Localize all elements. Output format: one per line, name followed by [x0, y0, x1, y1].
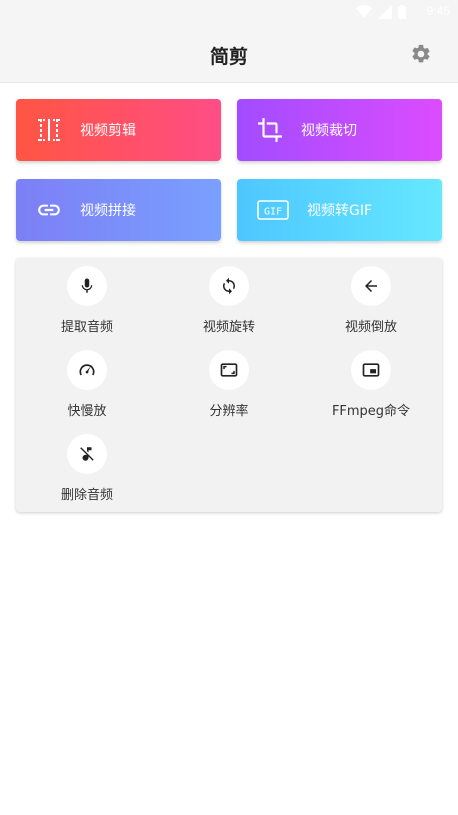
app-bar: 简剪 [0, 28, 458, 83]
status-time: 9:45 [426, 4, 450, 18]
tools-panel: 提取音频 视频旋转 视频倒放 快慢放 分辨率 FFmpeg命令 删除音频 [16, 258, 442, 512]
tool-speed[interactable]: 快慢放 [16, 342, 158, 422]
signal-icon [378, 5, 392, 19]
tool-label: 删除音频 [60, 488, 113, 503]
tool-rotate-video[interactable]: 视频旋转 [158, 258, 300, 338]
svg-text:GIF: GIF [264, 207, 282, 218]
wifi-icon [356, 5, 372, 18]
video-to-gif-label: 视频转GIF [307, 203, 373, 219]
tool-label: 视频旋转 [202, 320, 255, 335]
tool-remove-audio[interactable]: 删除音频 [16, 426, 158, 506]
tool-reverse-video[interactable]: 视频倒放 [300, 258, 442, 338]
status-icons [356, 5, 406, 19]
tool-label: 视频倒放 [344, 320, 397, 335]
tool-label: FFmpeg命令 [331, 404, 411, 419]
crop-icon [257, 117, 283, 143]
link-icon [36, 197, 62, 223]
tool-label: 分辨率 [209, 404, 249, 419]
picture-in-picture-icon [351, 350, 391, 390]
video-to-gif-button[interactable]: GIF 视频转GIF [237, 179, 442, 241]
rotate-icon [209, 266, 249, 306]
video-cut-label: 视频剪辑 [80, 123, 136, 139]
video-cut-icon [36, 117, 62, 143]
tool-extract-audio[interactable]: 提取音频 [16, 258, 158, 338]
arrow-left-icon [351, 266, 391, 306]
gear-icon[interactable] [410, 43, 432, 65]
tool-label: 提取音频 [60, 320, 113, 335]
video-crop-label: 视频裁切 [301, 123, 357, 139]
page-title: 简剪 [209, 46, 248, 68]
video-cut-button[interactable]: 视频剪辑 [16, 99, 221, 161]
music-off-icon [67, 434, 107, 474]
video-merge-label: 视频拼接 [80, 203, 136, 219]
gif-icon: GIF [257, 197, 289, 223]
video-merge-button[interactable]: 视频拼接 [16, 179, 221, 241]
tool-resolution[interactable]: 分辨率 [158, 342, 300, 422]
tool-ffmpeg-command[interactable]: FFmpeg命令 [300, 342, 442, 422]
status-bar: 9:45 [0, 0, 458, 28]
battery-icon [398, 5, 406, 19]
tool-label: 快慢放 [67, 404, 107, 419]
mic-icon [67, 266, 107, 306]
aspect-ratio-icon [209, 350, 249, 390]
video-crop-button[interactable]: 视频裁切 [237, 99, 442, 161]
speedometer-icon [67, 350, 107, 390]
